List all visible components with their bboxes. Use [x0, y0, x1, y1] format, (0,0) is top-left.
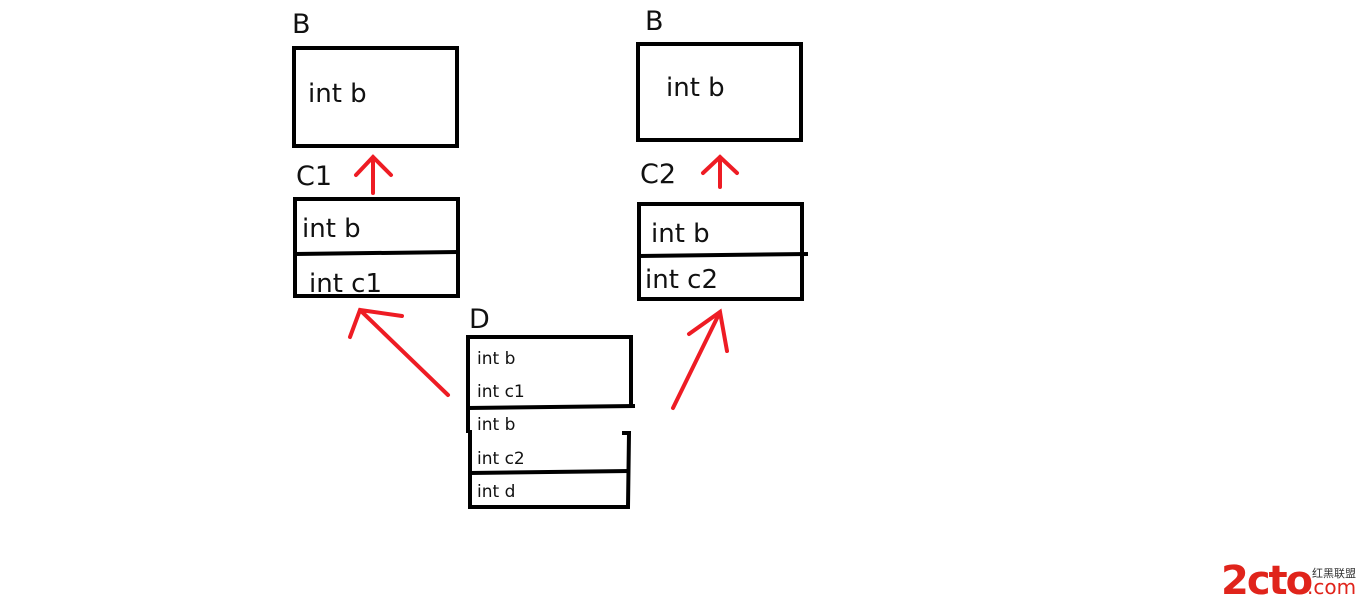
- field: int b: [477, 415, 515, 435]
- divider: [294, 250, 459, 256]
- class-b-right: B int b: [636, 6, 803, 142]
- divider: [467, 404, 636, 410]
- arrow-c1-to-b: [354, 154, 393, 195]
- field: int b: [666, 73, 725, 103]
- class-title: C1: [296, 161, 332, 192]
- class-title: B: [292, 9, 311, 40]
- arrow-c2-to-b: [701, 154, 739, 189]
- class-d: D int b int c1 int b int c2 int d: [466, 304, 636, 509]
- field: int b: [302, 214, 361, 244]
- class-c1: C1 int b int c1: [293, 161, 460, 299]
- field: int c1: [477, 382, 525, 402]
- class-title: C2: [640, 159, 676, 190]
- field: int b: [308, 79, 367, 109]
- field: int c2: [477, 449, 525, 469]
- field: int c2: [645, 265, 718, 295]
- divider: [638, 252, 809, 258]
- field: int d: [477, 482, 515, 502]
- class-title: D: [469, 304, 490, 335]
- class-c2: C2 int b int c2: [637, 159, 809, 301]
- field: int b: [477, 349, 515, 369]
- class-b-left: B int b: [292, 9, 459, 148]
- diagram: B int b C1 int b int c1 B int b C2 int b…: [292, 6, 1356, 604]
- arrow-d-to-c1: [348, 307, 450, 397]
- field: int b: [651, 219, 710, 249]
- divider: [469, 469, 631, 475]
- class-title: B: [645, 6, 664, 37]
- arrow-d-to-c2: [671, 308, 729, 410]
- field: int c1: [309, 269, 382, 299]
- watermark-logo: 2cto .com 红黑联盟: [1221, 558, 1356, 604]
- svg-text:2cto: 2cto: [1221, 558, 1312, 604]
- svg-text:红黑联盟: 红黑联盟: [1312, 567, 1356, 580]
